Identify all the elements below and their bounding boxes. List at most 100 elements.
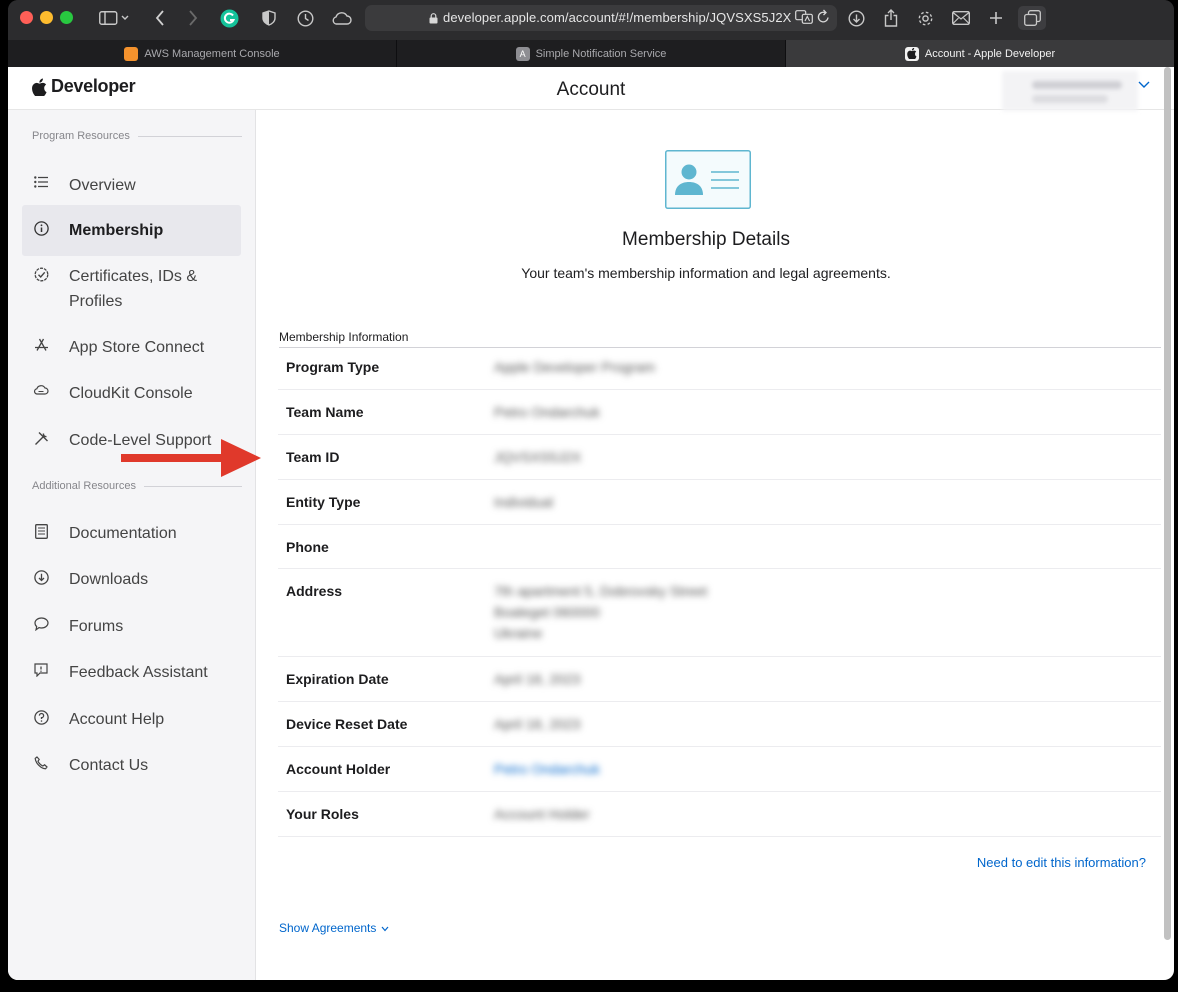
question-circle-icon bbox=[32, 710, 50, 725]
sidebar-item-downloads[interactable]: Downloads bbox=[22, 554, 241, 605]
zoom-window-button[interactable] bbox=[60, 11, 73, 24]
download-circle-icon bbox=[32, 570, 50, 585]
browser-toolbar: developer.apple.com/account/#!/membershi… bbox=[8, 0, 1174, 40]
row-label: Team ID bbox=[286, 449, 340, 465]
table-row-team-name: Team Name Petro Ondarchuk bbox=[278, 390, 1161, 435]
translate-icon[interactable] bbox=[795, 9, 813, 28]
share-icon[interactable] bbox=[881, 6, 901, 30]
table-row-entity-type: Entity Type Individual bbox=[278, 480, 1161, 525]
chevron-down-icon[interactable] bbox=[1138, 77, 1150, 92]
icloud-icon[interactable] bbox=[329, 6, 353, 30]
red-arrow-annotation-icon bbox=[121, 439, 261, 477]
list-icon bbox=[32, 176, 50, 188]
sidebar-item-contact-us[interactable]: Contact Us bbox=[22, 740, 241, 791]
info-circle-icon bbox=[32, 221, 50, 236]
sidebar-item-certificates[interactable]: Certificates, IDs & Profiles bbox=[22, 251, 241, 327]
web-page: Developer Account Program Resources Over… bbox=[8, 67, 1174, 980]
team-name-value: Petro Ondarchuk bbox=[494, 404, 600, 420]
user-account-menu[interactable] bbox=[1002, 71, 1138, 111]
letter-a-icon: A bbox=[515, 46, 530, 61]
feedback-icon bbox=[32, 663, 50, 677]
reload-icon[interactable] bbox=[817, 9, 830, 27]
apple-logo-icon bbox=[904, 46, 919, 61]
sidebar: Program Resources Overview Membership Ce… bbox=[8, 110, 256, 980]
show-agreements-link[interactable]: Show Agreements bbox=[279, 921, 389, 935]
downloads-icon[interactable] bbox=[846, 6, 866, 30]
back-icon[interactable] bbox=[152, 6, 168, 30]
membership-card-icon bbox=[665, 150, 751, 214]
table-row-team-id: Team ID JQVSXS5J2X bbox=[278, 435, 1161, 480]
table-row-phone: Phone bbox=[278, 525, 1161, 569]
shield-icon[interactable] bbox=[259, 6, 279, 30]
table-row-device-reset-date: Device Reset Date April 18, 2023 bbox=[278, 702, 1161, 747]
tab-aws[interactable]: AWS Management Console bbox=[8, 40, 397, 67]
aws-cube-icon bbox=[124, 46, 139, 61]
account-holder-link[interactable]: Petro Ondarchuk bbox=[494, 747, 1161, 791]
page-title: Account bbox=[556, 79, 626, 100]
mail-icon[interactable] bbox=[950, 6, 972, 30]
program-type-value: Apple Developer Program bbox=[494, 359, 656, 375]
row-label: Program Type bbox=[286, 359, 380, 375]
row-label: Team Name bbox=[286, 404, 364, 420]
row-label: Device Reset Date bbox=[286, 716, 408, 732]
cloud-icon bbox=[32, 384, 50, 395]
team-id-value: JQVSXS5J2X bbox=[494, 449, 582, 465]
url-text: developer.apple.com/account/#!/membershi… bbox=[443, 10, 792, 25]
sidebar-item-app-store-connect[interactable]: App Store Connect bbox=[22, 322, 241, 373]
tab-overview-icon[interactable] bbox=[1018, 6, 1046, 30]
row-label: Phone bbox=[286, 539, 329, 555]
section-heading-additional-resources: Additional Resources bbox=[32, 480, 242, 492]
sidebar-toggle-icon[interactable] bbox=[96, 6, 132, 30]
edit-information-link[interactable]: Need to edit this information? bbox=[977, 855, 1146, 870]
tab-bar: AWS Management Console A Simple Notifica… bbox=[8, 40, 1174, 67]
developer-nav-bar: Developer Account bbox=[8, 67, 1174, 111]
table-row-your-roles: Your Roles Account Holder bbox=[278, 792, 1161, 837]
main-content: Membership Details Your team's membershi… bbox=[256, 110, 1166, 980]
row-label: Entity Type bbox=[286, 494, 361, 510]
section-heading-program-resources: Program Resources bbox=[32, 130, 242, 142]
address-bar[interactable]: developer.apple.com/account/#!/membershi… bbox=[365, 5, 837, 31]
lock-icon bbox=[429, 12, 438, 27]
gear-icon[interactable] bbox=[914, 6, 936, 30]
tab-label: Account - Apple Developer bbox=[924, 47, 1056, 60]
sidebar-item-overview[interactable]: Overview bbox=[22, 160, 241, 211]
grammarly-icon[interactable] bbox=[218, 6, 240, 30]
row-label: Expiration Date bbox=[286, 671, 389, 687]
forward-icon[interactable] bbox=[185, 6, 201, 30]
sidebar-item-documentation[interactable]: Documentation bbox=[22, 508, 241, 559]
browser-window: developer.apple.com/account/#!/membershi… bbox=[8, 0, 1174, 980]
sidebar-item-account-help[interactable]: Account Help bbox=[22, 694, 241, 745]
address-value: 7th apartment 5, Dobrovsky Street Boaleg… bbox=[494, 569, 1161, 656]
show-agreements-label: Show Agreements bbox=[279, 921, 377, 935]
app-store-icon bbox=[32, 338, 50, 352]
membership-details-subtitle: Your team's membership information and l… bbox=[521, 265, 891, 281]
minimize-window-button[interactable] bbox=[40, 11, 53, 24]
your-roles-value: Account Holder bbox=[494, 806, 590, 822]
tab-sns[interactable]: A Simple Notification Service bbox=[397, 40, 786, 67]
close-window-button[interactable] bbox=[20, 11, 33, 24]
sidebar-item-cloudkit-console[interactable]: CloudKit Console bbox=[22, 368, 241, 419]
tab-label: Simple Notification Service bbox=[535, 47, 667, 60]
membership-details-title: Membership Details bbox=[622, 229, 790, 250]
entity-type-value: Individual bbox=[494, 494, 554, 510]
row-label: Address bbox=[286, 583, 343, 599]
sidebar-item-feedback-assistant[interactable]: Feedback Assistant bbox=[22, 647, 241, 698]
tab-apple-developer[interactable]: Account - Apple Developer bbox=[786, 40, 1174, 67]
address-line: Boaleget 060000 bbox=[494, 604, 600, 620]
new-tab-icon[interactable] bbox=[986, 6, 1006, 30]
history-icon[interactable] bbox=[294, 6, 316, 30]
membership-info-table: Program Type Apple Developer Program Tea… bbox=[278, 345, 1161, 837]
badge-check-icon bbox=[32, 267, 50, 282]
sidebar-item-membership[interactable]: Membership bbox=[22, 205, 241, 256]
expiration-date-value: April 18, 2023 bbox=[494, 671, 581, 687]
page-scrollbar[interactable] bbox=[1164, 67, 1172, 980]
address-line: Ukraine bbox=[494, 625, 543, 641]
table-row-expiration-date: Expiration Date April 18, 2023 bbox=[278, 657, 1161, 702]
device-reset-date-value: April 18, 2023 bbox=[494, 716, 581, 732]
sidebar-item-forums[interactable]: Forums bbox=[22, 601, 241, 652]
document-icon bbox=[32, 524, 50, 539]
table-row-address: Address 7th apartment 5, Dobrovsky Stree… bbox=[278, 569, 1161, 657]
row-label: Your Roles bbox=[286, 806, 359, 822]
table-row-account-holder: Account Holder Petro Ondarchuk bbox=[278, 747, 1161, 792]
scrollbar-thumb[interactable] bbox=[1164, 67, 1171, 940]
